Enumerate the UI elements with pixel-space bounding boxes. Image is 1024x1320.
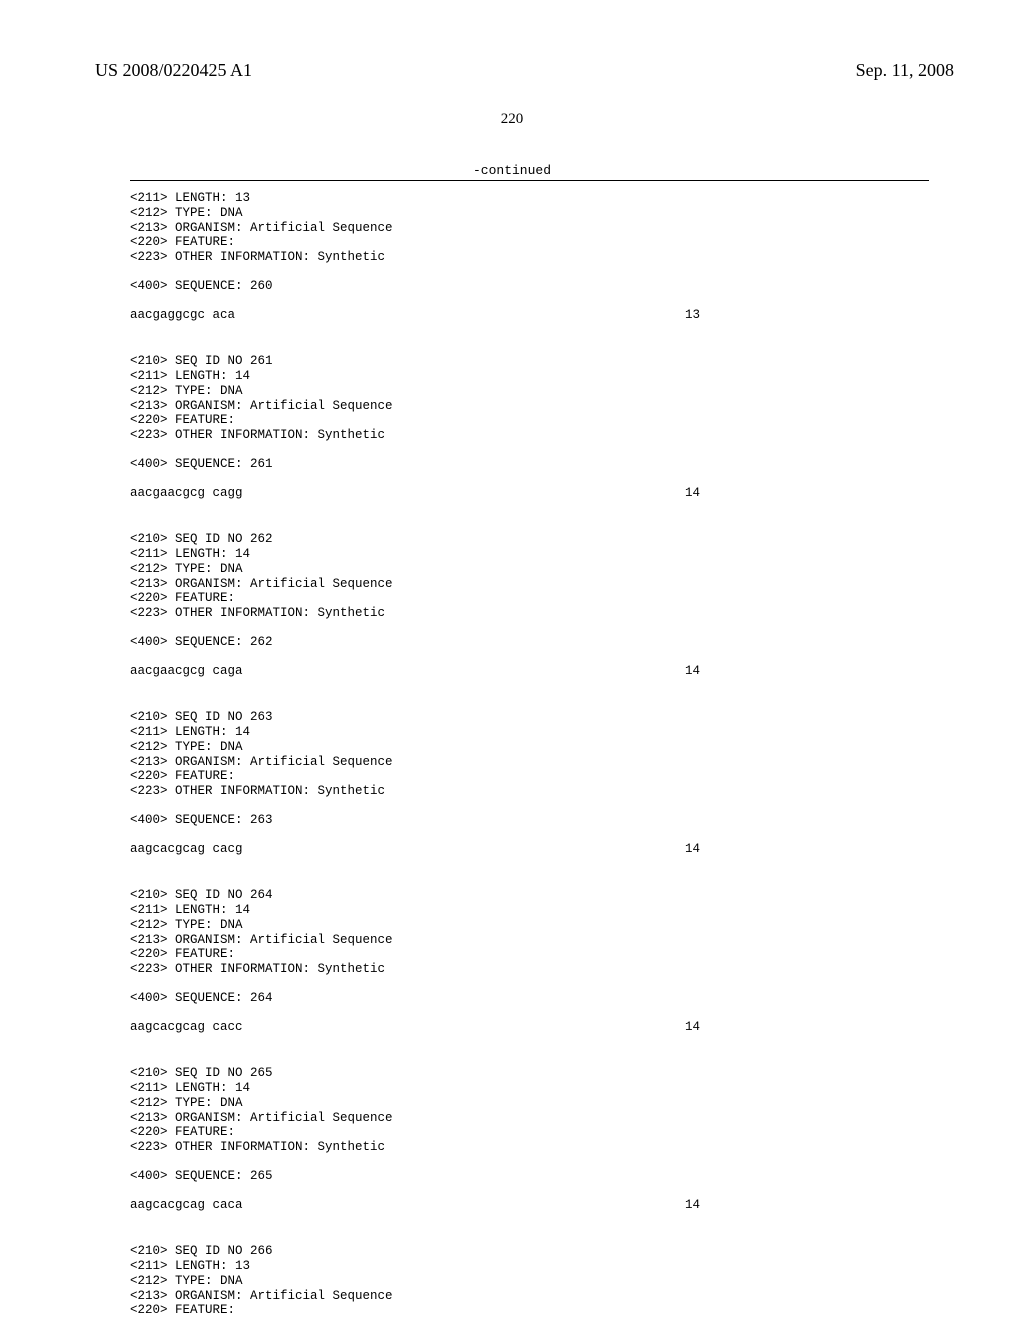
sequence-meta-line: <210> SEQ ID NO 261 [130,354,929,369]
sequence-label: <400> SEQUENCE: 262 [130,635,929,650]
sequence-meta-line: <213> ORGANISM: Artificial Sequence [130,755,929,770]
sequence-meta-line: <220> FEATURE: [130,947,929,962]
sequence-length-value: 14 [685,842,700,857]
sequence-meta-line: <210> SEQ ID NO 263 [130,710,929,725]
sequence-data-line: aacgaacgcg cagg 14 [130,486,700,501]
sequence-meta-line: <220> FEATURE: [130,769,929,784]
sequence-meta-line: <213> ORGANISM: Artificial Sequence [130,1111,929,1126]
sequence-meta-line: <220> FEATURE: [130,235,929,250]
sequence-meta-line: <212> TYPE: DNA [130,206,929,221]
sequence-data-line: aacgaggcgc aca 13 [130,308,700,323]
sequence-meta-line: <223> OTHER INFORMATION: Synthetic [130,1140,929,1155]
pub-number: US 2008/0220425 A1 [95,60,252,81]
sequence-label: <400> SEQUENCE: 260 [130,279,929,294]
sequence-meta-line: <212> TYPE: DNA [130,740,929,755]
sequence-meta-line: <220> FEATURE: [130,413,929,428]
sequence-data-line: aagcacgcag cacc 14 [130,1020,700,1035]
page-header: US 2008/0220425 A1 Sep. 11, 2008 [0,0,1024,86]
sequence-meta-line: <223> OTHER INFORMATION: Synthetic [130,962,929,977]
sequence-meta-line: <211> LENGTH: 14 [130,725,929,740]
sequence-meta-line: <223> OTHER INFORMATION: Synthetic [130,784,929,799]
sequence-block: <210> SEQ ID NO 266<211> LENGTH: 13<212>… [130,1244,929,1318]
page-number: 220 [0,111,1024,128]
pub-date: Sep. 11, 2008 [856,60,954,81]
sequence-length-value: 14 [685,664,700,679]
sequence-text: aacgaggcgc aca [130,308,235,323]
sequence-meta-line: <211> LENGTH: 14 [130,369,929,384]
sequence-meta-line: <211> LENGTH: 14 [130,547,929,562]
sequence-meta-line: <212> TYPE: DNA [130,918,929,933]
sequence-meta-line: <223> OTHER INFORMATION: Synthetic [130,250,929,265]
sequence-meta-line: <210> SEQ ID NO 266 [130,1244,929,1259]
sequence-text: aacgaacgcg cagg [130,486,243,501]
sequence-data-line: aagcacgcag cacg 14 [130,842,700,857]
sequence-meta-line: <213> ORGANISM: Artificial Sequence [130,399,929,414]
sequence-block: <211> LENGTH: 13<212> TYPE: DNA<213> ORG… [130,191,929,322]
continued-label: -continued [0,163,1024,178]
sequence-meta-line: <223> OTHER INFORMATION: Synthetic [130,606,929,621]
sequence-meta-line: <213> ORGANISM: Artificial Sequence [130,1289,929,1304]
sequence-meta-line: <211> LENGTH: 14 [130,903,929,918]
sequence-meta-line: <220> FEATURE: [130,1125,929,1140]
sequence-meta-line: <212> TYPE: DNA [130,1096,929,1111]
sequence-text: aagcacgcag cacc [130,1020,243,1035]
sequence-meta-line: <210> SEQ ID NO 264 [130,888,929,903]
sequence-listing-content: <211> LENGTH: 13<212> TYPE: DNA<213> ORG… [0,181,1024,1318]
sequence-meta-line: <212> TYPE: DNA [130,1274,929,1289]
sequence-meta-line: <213> ORGANISM: Artificial Sequence [130,221,929,236]
sequence-text: aagcacgcag caca [130,1198,243,1213]
sequence-meta-line: <213> ORGANISM: Artificial Sequence [130,933,929,948]
sequence-label: <400> SEQUENCE: 263 [130,813,929,828]
sequence-meta-line: <210> SEQ ID NO 265 [130,1066,929,1081]
sequence-block: <210> SEQ ID NO 261<211> LENGTH: 14<212>… [130,354,929,500]
sequence-meta-line: <210> SEQ ID NO 262 [130,532,929,547]
sequence-block: <210> SEQ ID NO 262<211> LENGTH: 14<212>… [130,532,929,678]
sequence-meta-line: <220> FEATURE: [130,1303,929,1318]
sequence-block: <210> SEQ ID NO 265<211> LENGTH: 14<212>… [130,1066,929,1212]
sequence-length-value: 14 [685,1020,700,1035]
sequence-meta-line: <211> LENGTH: 13 [130,1259,929,1274]
sequence-meta-line: <220> FEATURE: [130,591,929,606]
sequence-meta-line: <213> ORGANISM: Artificial Sequence [130,577,929,592]
sequence-label: <400> SEQUENCE: 265 [130,1169,929,1184]
sequence-meta-line: <223> OTHER INFORMATION: Synthetic [130,428,929,443]
sequence-block: <210> SEQ ID NO 263<211> LENGTH: 14<212>… [130,710,929,856]
sequence-length-value: 13 [685,308,700,323]
sequence-data-line: aacgaacgcg caga 14 [130,664,700,679]
sequence-label: <400> SEQUENCE: 261 [130,457,929,472]
sequence-text: aagcacgcag cacg [130,842,243,857]
sequence-length-value: 14 [685,1198,700,1213]
sequence-meta-line: <212> TYPE: DNA [130,562,929,577]
sequence-label: <400> SEQUENCE: 264 [130,991,929,1006]
sequence-block: <210> SEQ ID NO 264<211> LENGTH: 14<212>… [130,888,929,1034]
sequence-meta-line: <212> TYPE: DNA [130,384,929,399]
sequence-meta-line: <211> LENGTH: 13 [130,191,929,206]
sequence-text: aacgaacgcg caga [130,664,243,679]
sequence-length-value: 14 [685,486,700,501]
sequence-data-line: aagcacgcag caca 14 [130,1198,700,1213]
sequence-meta-line: <211> LENGTH: 14 [130,1081,929,1096]
